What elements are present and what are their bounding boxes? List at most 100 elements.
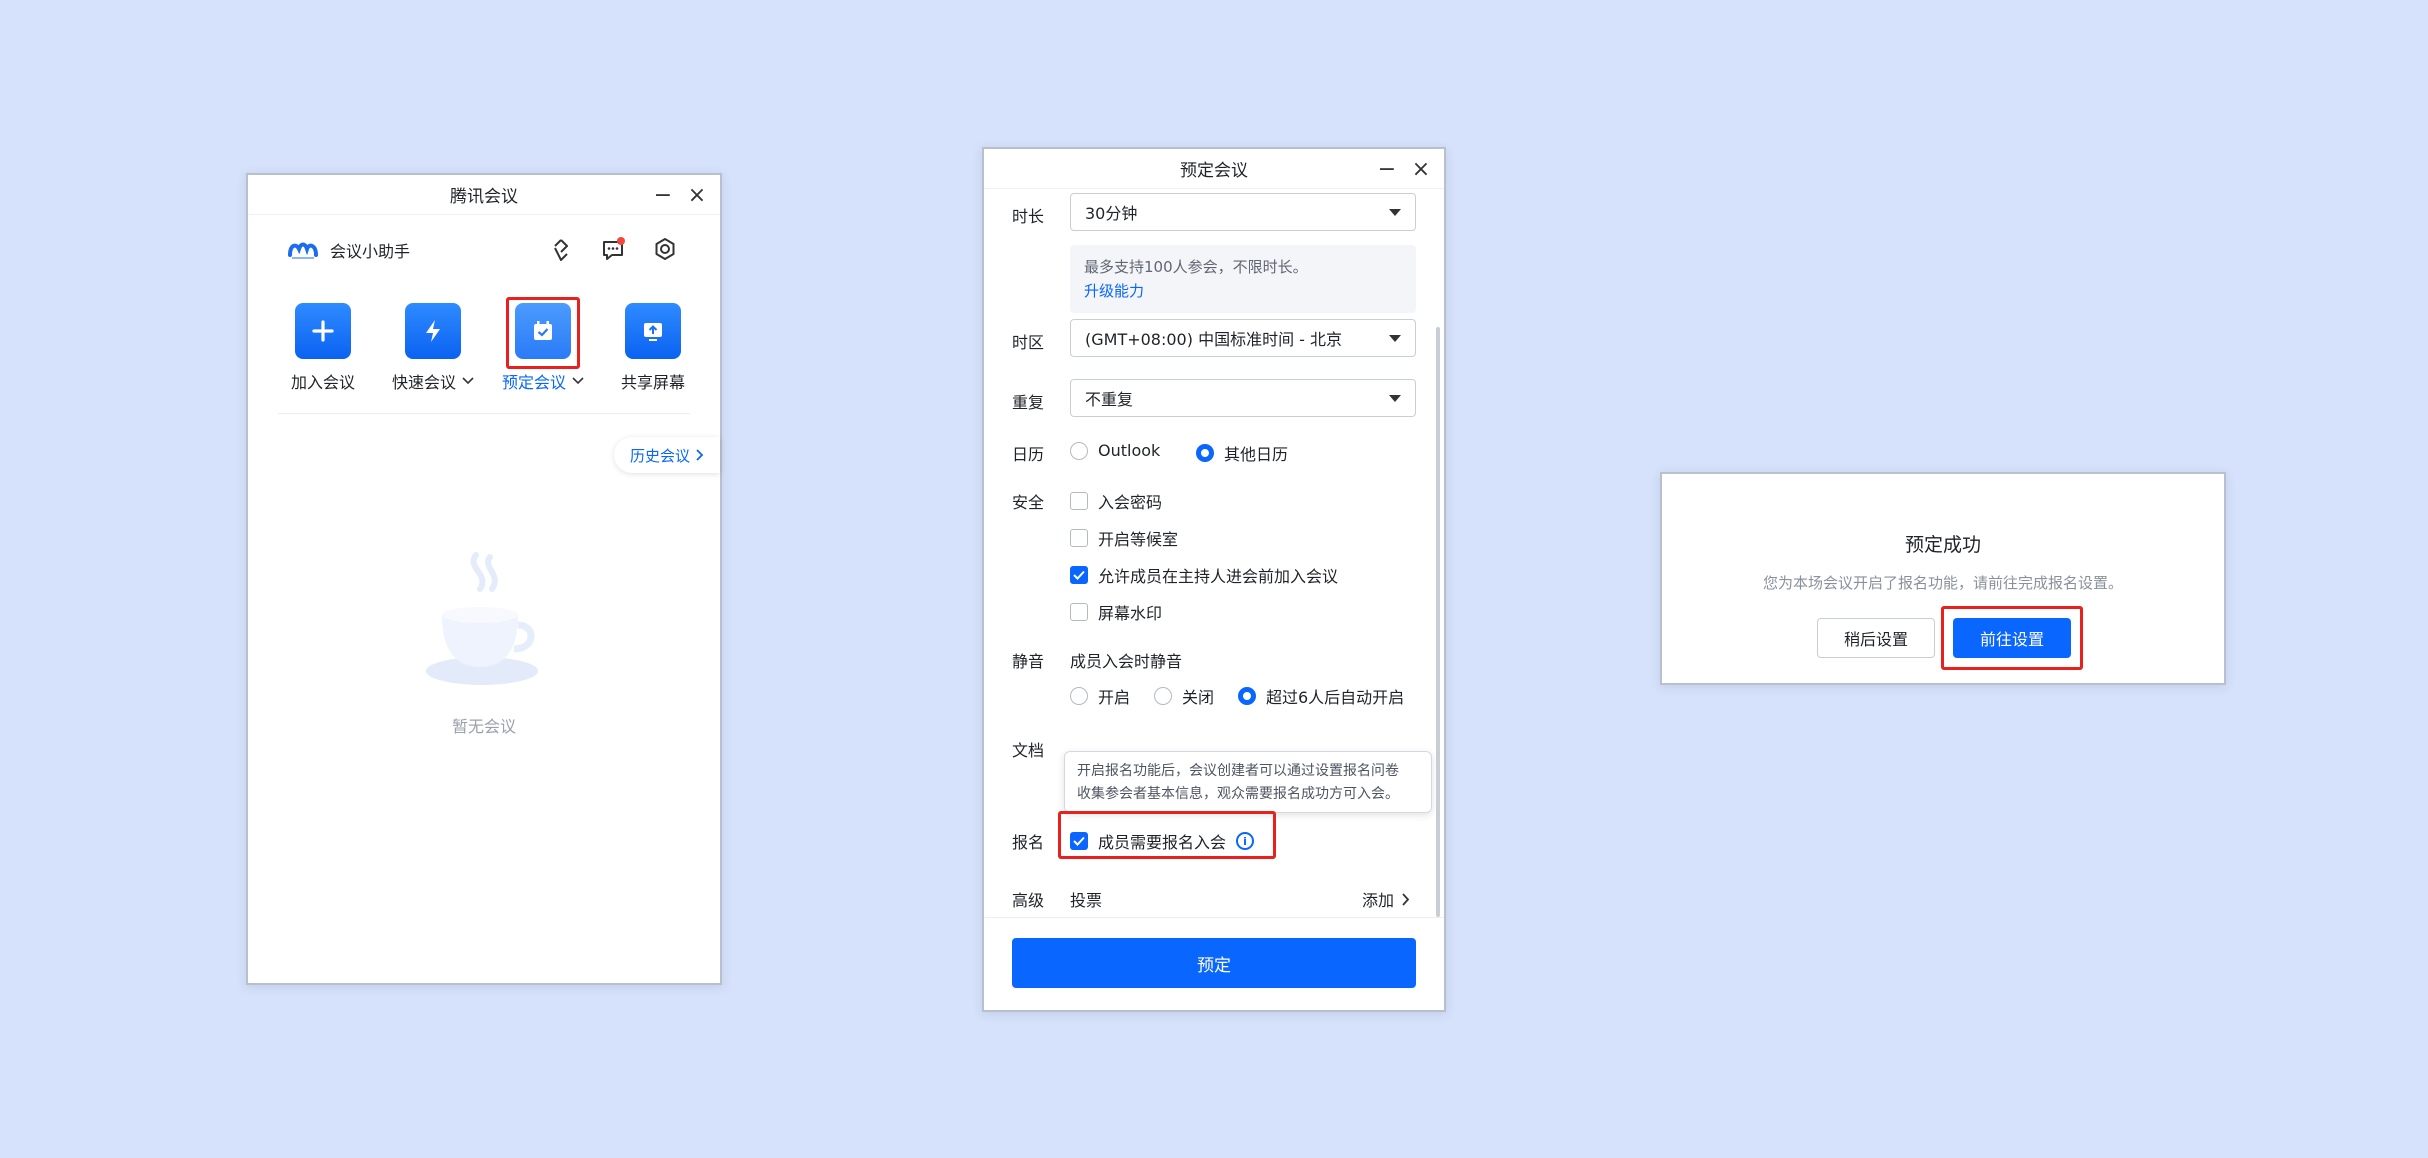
- action-bar: 加入会议 快速会议 预定会议 共享屏幕: [268, 303, 708, 393]
- schedule-window: 预定会议 − × 时长 30分钟 最多支持100人参会，不限时长。 升级能力 时…: [982, 147, 1446, 1012]
- top-toolbar: [546, 235, 680, 265]
- check-icon: [1073, 570, 1085, 580]
- message-icon[interactable]: [598, 235, 628, 265]
- mute-subtitle: 成员入会时静音: [1070, 652, 1183, 671]
- checkbox-checked[interactable]: [1070, 832, 1088, 850]
- duration-label: 时长: [1012, 207, 1045, 226]
- timezone-value: (GMT+08:00) 中国标准时间 - 北京: [1085, 330, 1343, 349]
- checkbox[interactable]: [1070, 603, 1088, 621]
- join-meeting-label: 加入会议: [290, 373, 355, 392]
- form-footer: 预定: [984, 917, 1444, 1012]
- advanced-label: 高级: [1012, 891, 1045, 910]
- radio-button[interactable]: [1238, 687, 1256, 705]
- empty-state: 暂无会议: [248, 545, 720, 737]
- security-label: 安全: [1012, 493, 1045, 512]
- history-label: 历史会议: [629, 446, 690, 465]
- password-option[interactable]: 入会密码: [1070, 489, 1162, 513]
- watermark-label: 屏幕水印: [1098, 604, 1163, 623]
- vote-label: 投票: [1070, 891, 1103, 910]
- share-screen-icon: [625, 303, 681, 359]
- window-title: 腾讯会议: [450, 187, 518, 207]
- minimize-icon[interactable]: −: [1372, 149, 1402, 189]
- share-screen-button[interactable]: 共享屏幕: [598, 303, 708, 393]
- chevron-down-icon[interactable]: [462, 377, 474, 385]
- chevron-down-icon: [1389, 208, 1401, 216]
- info-icon[interactable]: i: [1236, 832, 1255, 850]
- capacity-info: 最多支持100人参会，不限时长。 升级能力: [1070, 245, 1416, 313]
- main-window: 腾讯会议 − × 会议小助手 加入会议 快速会议 预定会议 共享屏幕 历史会议 …: [246, 173, 722, 985]
- checkbox[interactable]: [1070, 492, 1088, 510]
- calendar-other-option[interactable]: 其他日历: [1196, 441, 1288, 465]
- sync-icon[interactable]: [546, 235, 576, 265]
- mute-on-option[interactable]: 开启: [1070, 684, 1130, 708]
- share-screen-label: 共享屏幕: [620, 373, 685, 392]
- title-bar: 腾讯会议 − ×: [248, 175, 720, 215]
- document-label: 文档: [1012, 741, 1045, 760]
- repeat-value: 不重复: [1085, 390, 1134, 409]
- coffee-cup-icon: [426, 552, 538, 685]
- mute-off-label: 关闭: [1182, 688, 1215, 707]
- timezone-select[interactable]: (GMT+08:00) 中国标准时间 - 北京: [1070, 319, 1416, 357]
- calendar-label: 日历: [1012, 445, 1045, 464]
- history-meetings-button[interactable]: 历史会议: [614, 437, 720, 473]
- gear-icon[interactable]: [650, 235, 680, 265]
- schedule-submit-button[interactable]: 预定: [1012, 938, 1416, 988]
- mute-on-label: 开启: [1098, 688, 1131, 707]
- mute-auto-label: 超过6人后自动开启: [1266, 688, 1405, 707]
- scrollbar[interactable]: [1436, 327, 1440, 917]
- calendar-other-label: 其他日历: [1224, 445, 1289, 464]
- close-icon[interactable]: ×: [1406, 149, 1436, 189]
- join-meeting-button[interactable]: 加入会议: [268, 303, 378, 393]
- radio-button[interactable]: [1196, 444, 1214, 462]
- schedule-meeting-label: 预定会议: [501, 373, 566, 392]
- radio-button[interactable]: [1154, 687, 1172, 705]
- chevron-down-icon: [1389, 334, 1401, 342]
- mute-auto-option[interactable]: 超过6人后自动开启: [1238, 684, 1404, 708]
- capacity-text: 最多支持100人参会，不限时长。: [1084, 258, 1308, 276]
- registration-tooltip: 开启报名功能后，会议创建者可以通过设置报名问卷 收集参会者基本信息，观众需要报名…: [1064, 751, 1432, 813]
- registration-option[interactable]: 成员需要报名入会 i: [1070, 829, 1255, 853]
- form-body: 时长 30分钟 最多支持100人参会，不限时长。 升级能力 时区 (GMT+08…: [984, 189, 1444, 917]
- assistant-label: 会议小助手: [330, 242, 411, 261]
- check-icon: [1073, 836, 1085, 846]
- join-before-host-option[interactable]: 允许成员在主持人进会前加入会议: [1070, 563, 1338, 587]
- later-button[interactable]: 稍后设置: [1817, 618, 1935, 658]
- repeat-select[interactable]: 不重复: [1070, 379, 1416, 417]
- empty-text: 暂无会议: [451, 717, 516, 736]
- duration-value: 30分钟: [1085, 204, 1138, 223]
- watermark-option[interactable]: 屏幕水印: [1070, 600, 1162, 624]
- radio-button[interactable]: [1070, 687, 1088, 705]
- checkbox[interactable]: [1070, 529, 1088, 547]
- dialog-message: 您为本场会议开启了报名功能，请前往完成报名设置。: [1762, 574, 2123, 592]
- chevron-right-icon: [696, 449, 704, 461]
- checkbox-checked[interactable]: [1070, 566, 1088, 584]
- waiting-room-label: 开启等候室: [1098, 530, 1179, 549]
- minimize-icon[interactable]: −: [648, 175, 678, 215]
- calendar-outlook-option[interactable]: Outlook: [1070, 441, 1160, 460]
- radio-button[interactable]: [1070, 441, 1088, 460]
- quick-meeting-button[interactable]: 快速会议: [378, 303, 488, 393]
- chevron-down-icon[interactable]: [572, 377, 584, 385]
- schedule-meeting-button[interactable]: 预定会议: [488, 303, 598, 393]
- add-label: 添加: [1361, 891, 1394, 910]
- tencent-meeting-logo-icon: [288, 235, 318, 265]
- registration-label: 报名: [1012, 833, 1045, 852]
- join-before-host-label: 允许成员在主持人进会前加入会议: [1098, 567, 1339, 586]
- chevron-down-icon: [1389, 394, 1401, 402]
- calendar-check-icon: [515, 303, 571, 359]
- registration-option-label: 成员需要报名入会: [1098, 833, 1227, 852]
- add-vote-button[interactable]: 添加: [1362, 887, 1410, 911]
- chevron-right-icon: [1402, 892, 1410, 906]
- upgrade-link[interactable]: 升级能力: [1084, 279, 1402, 303]
- duration-select[interactable]: 30分钟: [1070, 193, 1416, 231]
- close-icon[interactable]: ×: [682, 175, 712, 215]
- dialog-title: 预定成功: [1904, 534, 1981, 556]
- tooltip-line: 开启报名功能后，会议创建者可以通过设置报名问卷: [1077, 763, 1399, 779]
- tooltip-line: 收集参会者基本信息，观众需要报名成功方可入会。: [1077, 786, 1399, 802]
- window-title: 预定会议: [1180, 161, 1248, 181]
- title-bar: 预定会议 − ×: [984, 149, 1444, 189]
- goto-settings-button[interactable]: 前往设置: [1953, 618, 2071, 658]
- waiting-room-option[interactable]: 开启等候室: [1070, 526, 1178, 550]
- mute-off-option[interactable]: 关闭: [1154, 684, 1214, 708]
- meeting-assistant[interactable]: 会议小助手: [288, 235, 410, 265]
